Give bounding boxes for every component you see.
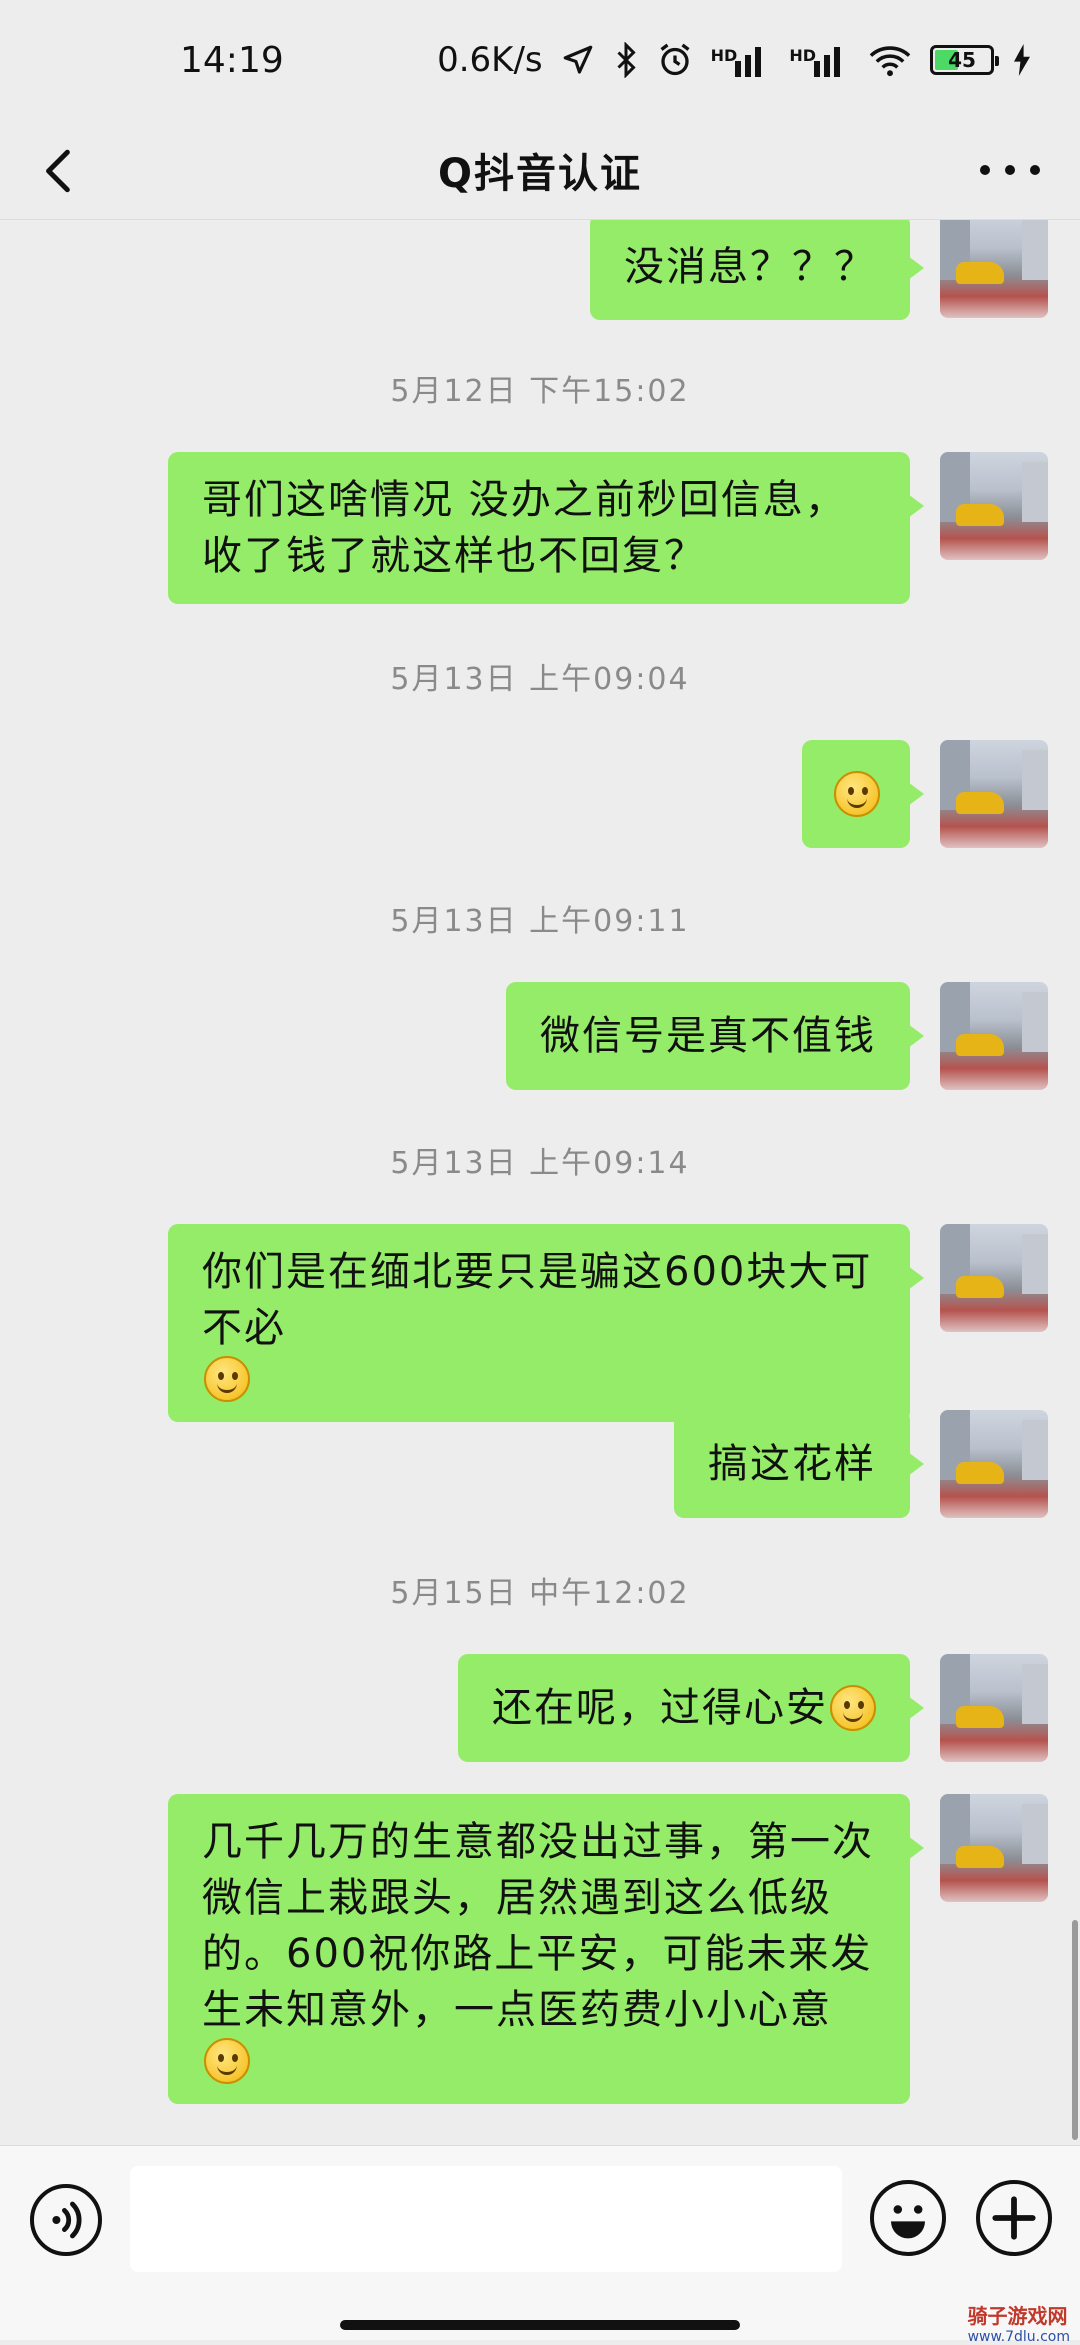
message-text: 还在呢，过得心安 [492,1685,828,1731]
more-button[interactable] [980,150,1040,190]
timestamp: 5月12日 下午15:02 [390,374,690,409]
smile-emoji-icon [834,771,880,817]
avatar[interactable] [940,1410,1048,1518]
message-text: 几千几万的生意都没出过事，第一次微信上栽跟头，居然遇到这么低级的。600祝你路上… [202,1819,874,2033]
home-indicator[interactable] [340,2320,740,2330]
network-speed: 0.6K/s [437,40,543,80]
avatar[interactable] [940,1794,1048,1902]
avatar[interactable] [940,1224,1048,1332]
smile-emoji-icon [204,2038,250,2084]
message-list[interactable]: 没消息？？？ 5月12日 下午15:02 哥们这啥情况 没办之前秒回信息，收了钱… [0,220,1080,2145]
more-dots-icon [980,165,990,175]
smile-emoji-icon [830,1685,876,1731]
alarm-icon [660,43,690,76]
wifi-icon [869,46,911,77]
battery-icon: 45 [930,45,999,75]
location-icon [563,45,592,74]
bluetooth-icon [617,42,636,78]
message-text: 哥们这啥情况 没办之前秒回信息，收了钱了就这样也不回复？ [202,477,847,579]
back-button[interactable] [34,144,84,198]
status-time: 14:19 [180,39,284,81]
status-bar: 14:19 0.6K/s HD HD 45 [0,0,1080,120]
message-bubble[interactable]: 微信号是真不值钱 [506,982,924,1090]
message-bubble[interactable] [802,740,924,848]
chat-header: Q抖音认证 [0,120,1080,220]
smile-emoji-icon [204,1356,250,1402]
message-bubble[interactable]: 你们是在缅北要只是骗这600块大可不必 [168,1224,924,1422]
timestamp: 5月13日 上午09:11 [390,904,690,939]
message-bubble[interactable]: 哥们这啥情况 没办之前秒回信息，收了钱了就这样也不回复？ [168,452,924,604]
voice-icon[interactable] [30,2184,102,2256]
message-text: 你们是在缅北要只是骗这600块大可不必 [202,1249,873,1351]
signal-icon: HD [711,43,772,77]
input-bar [0,2145,1080,2340]
avatar[interactable] [940,452,1048,560]
charging-icon [1014,44,1030,76]
plus-icon[interactable] [976,2180,1052,2256]
avatar[interactable] [940,740,1048,848]
timestamp: 5月15日 中午12:02 [390,1576,690,1611]
scrollbar[interactable] [1072,1920,1078,2140]
message-input[interactable] [130,2166,842,2272]
message-text: 没消息？？？ [624,244,876,290]
message-bubble[interactable]: 搞这花样 [674,1410,924,1518]
signal-icon: HD [789,43,850,77]
timestamp: 5月13日 上午09:14 [390,1146,690,1181]
message-bubble[interactable]: 几千几万的生意都没出过事，第一次微信上栽跟头，居然遇到这么低级的。600祝你路上… [168,1794,924,2104]
emoji-icon[interactable] [870,2180,946,2256]
message-bubble[interactable]: 没消息？？？ [590,220,924,320]
message-bubble[interactable]: 还在呢，过得心安 [458,1654,924,1762]
message-text: 微信号是真不值钱 [540,1013,876,1059]
status-icons: 0.6K/s HD HD 45 [437,40,1032,80]
message-text: 搞这花样 [708,1441,876,1487]
timestamp: 5月13日 上午09:04 [390,662,690,697]
chat-title: Q抖音认证 [437,150,642,197]
avatar[interactable] [940,982,1048,1090]
watermark: 骑子游戏网 www.7dlu.com [967,2304,1070,2345]
avatar[interactable] [940,1654,1048,1762]
avatar[interactable] [940,220,1048,318]
